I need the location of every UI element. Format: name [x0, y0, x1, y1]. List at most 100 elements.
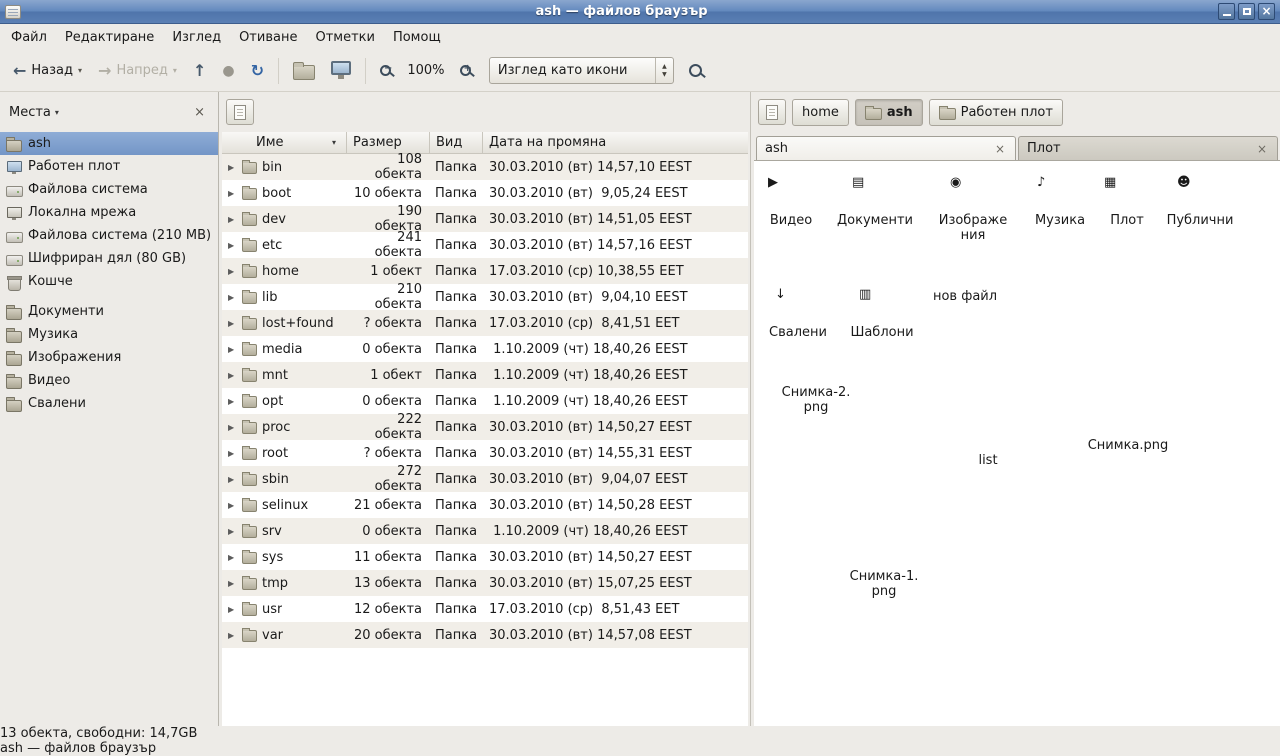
expander-icon[interactable]: ▶	[228, 423, 237, 432]
file-row[interactable]: ▶ sbin 272 обекта Папка 30.03.2010 (вт) …	[222, 466, 748, 492]
minimize-button[interactable]	[1218, 3, 1235, 20]
icon-view-item[interactable]: list	[953, 449, 1023, 469]
file-row[interactable]: ▶ proc 222 обекта Папка 30.03.2010 (вт) …	[222, 414, 748, 440]
menu-item[interactable]: Редактиране	[56, 26, 163, 49]
sidebar-title[interactable]: Места	[9, 105, 51, 120]
menu-item[interactable]: Файл	[2, 26, 56, 49]
expander-icon[interactable]: ▶	[228, 475, 237, 484]
file-row[interactable]: ▶ boot 10 обекта Папка 30.03.2010 (вт) 9…	[222, 180, 748, 206]
expander-icon[interactable]: ▶	[228, 501, 237, 510]
menu-item[interactable]: Помощ	[384, 26, 450, 49]
file-row[interactable]: ▶ opt 0 обекта Папка 1.10.2009 (чт) 18,4…	[222, 388, 748, 414]
file-row[interactable]: ▶ usr 12 обекта Папка 17.03.2010 (ср) 8,…	[222, 596, 748, 622]
sidebar-close-icon[interactable]: ×	[190, 104, 209, 121]
column-header-name[interactable]: Име ▾	[222, 132, 347, 154]
expander-icon[interactable]: ▶	[228, 267, 237, 276]
sidebar-item[interactable]: Изображения	[0, 346, 218, 369]
file-row[interactable]: ▶ media 0 обекта Папка 1.10.2009 (чт) 18…	[222, 336, 748, 362]
file-row[interactable]: ▶ lost+found ? обекта Папка 17.03.2010 (…	[222, 310, 748, 336]
icon-view-item[interactable]: ▦ Плот	[1095, 175, 1159, 229]
search-button[interactable]	[682, 58, 709, 83]
back-dropdown-icon[interactable]: ▾	[78, 66, 82, 75]
icon-view-item[interactable]: ↓ Свалени	[756, 287, 840, 341]
sidebar-item[interactable]: Работен плот	[0, 155, 218, 178]
home-button[interactable]	[286, 55, 322, 86]
close-button[interactable]: ×	[1258, 3, 1275, 20]
location-toggle-button[interactable]	[758, 99, 786, 125]
pathbar-button[interactable]: Работен плот	[929, 99, 1063, 126]
icon-view-item[interactable]: Снимка.png	[1072, 434, 1184, 454]
expander-icon[interactable]: ▶	[228, 319, 237, 328]
file-row[interactable]: ▶ home 1 обект Папка 17.03.2010 (ср) 10,…	[222, 258, 748, 284]
file-row[interactable]: ▶ sys 11 обекта Папка 30.03.2010 (вт) 14…	[222, 544, 748, 570]
pathbar-button[interactable]: ash	[855, 99, 923, 126]
icon-view-item[interactable]: ☻ Публични	[1158, 175, 1242, 229]
tab-close-icon[interactable]: ×	[1255, 142, 1269, 156]
pathbar-button[interactable]: home	[792, 99, 849, 126]
file-row[interactable]: ▶ mnt 1 обект Папка 1.10.2009 (чт) 18,40…	[222, 362, 748, 388]
sidebar-item[interactable]: Документи	[0, 300, 218, 323]
expander-icon[interactable]: ▶	[228, 241, 237, 250]
expander-icon[interactable]: ▶	[228, 553, 237, 562]
file-row[interactable]: ▶ lib 210 обекта Папка 30.03.2010 (вт) 9…	[222, 284, 748, 310]
file-row[interactable]: ▶ root ? обекта Папка 30.03.2010 (вт) 14…	[222, 440, 748, 466]
up-button[interactable]: ↑	[186, 57, 213, 85]
sidebar-item[interactable]: Локална мрежа	[0, 201, 218, 224]
sidebar-item[interactable]: Кошче	[0, 270, 218, 293]
back-button[interactable]: ← Назад ▾	[6, 57, 89, 85]
file-row[interactable]: ▶ srv 0 обекта Папка 1.10.2009 (чт) 18,4…	[222, 518, 748, 544]
titlebar[interactable]: ash — файлов браузър ×	[0, 0, 1280, 24]
sidebar-item[interactable]: Видео	[0, 369, 218, 392]
sidebar-caret-icon[interactable]: ▾	[55, 108, 59, 117]
reload-button[interactable]: ↻	[244, 57, 271, 85]
tab-close-icon[interactable]: ×	[993, 142, 1007, 156]
taskbar-window-button[interactable]: ash — файлов браузър	[0, 741, 1280, 756]
computer-button[interactable]	[324, 55, 358, 86]
zoom-out-button[interactable]: −	[373, 59, 399, 82]
icon-view-item[interactable]: Снимка-1.png	[832, 565, 936, 600]
tab[interactable]: ash ×	[756, 136, 1016, 160]
sidebar-item[interactable]: Файлова система (210 MB)	[0, 224, 218, 247]
menu-item[interactable]: Отиване	[230, 26, 306, 49]
file-row[interactable]: ▶ tmp 13 обекта Папка 30.03.2010 (вт) 15…	[222, 570, 748, 596]
icon-view-item[interactable]: ♪ Музика	[1018, 175, 1102, 229]
expander-icon[interactable]: ▶	[228, 579, 237, 588]
column-header-type[interactable]: Вид	[430, 132, 483, 154]
expander-icon[interactable]: ▶	[228, 163, 237, 172]
icon-view-item[interactable]: нов файл	[923, 285, 1007, 305]
expander-icon[interactable]: ▶	[228, 449, 237, 458]
icon-view-item[interactable]: Снимка-2.png	[766, 381, 866, 416]
zoom-in-button[interactable]: +	[453, 59, 479, 82]
column-header-date[interactable]: Дата на промяна	[483, 132, 748, 154]
expander-icon[interactable]: ▶	[228, 397, 237, 406]
view-mode-spinner[interactable]: ▲ ▼	[655, 58, 673, 83]
column-header-size[interactable]: Размер	[347, 132, 430, 154]
file-row[interactable]: ▶ selinux 21 обекта Папка 30.03.2010 (вт…	[222, 492, 748, 518]
icon-view-item[interactable]: ▥ Шаблони	[840, 287, 924, 341]
expander-icon[interactable]: ▶	[228, 345, 237, 354]
file-row[interactable]: ▶ dev 190 обекта Папка 30.03.2010 (вт) 1…	[222, 206, 748, 232]
expander-icon[interactable]: ▶	[228, 293, 237, 302]
sidebar-item[interactable]: Музика	[0, 323, 218, 346]
icon-view-item[interactable]: ▤ Документи	[833, 175, 917, 229]
forward-button[interactable]: → Напред ▾	[91, 57, 184, 85]
expander-icon[interactable]: ▶	[228, 631, 237, 640]
tab[interactable]: Плот ×	[1018, 136, 1278, 160]
file-row[interactable]: ▶ var 20 обекта Папка 30.03.2010 (вт) 14…	[222, 622, 748, 648]
expander-icon[interactable]: ▶	[228, 527, 237, 536]
icon-view-item[interactable]: ◉ Изображения	[931, 175, 1015, 244]
maximize-button[interactable]	[1238, 3, 1255, 20]
icon-view-item[interactable]: ▶ Видео	[754, 175, 833, 229]
sidebar-item[interactable]: Файлова система	[0, 178, 218, 201]
file-row[interactable]: ▶ etc 241 обекта Папка 30.03.2010 (вт) 1…	[222, 232, 748, 258]
file-row[interactable]: ▶ bin 108 обекта Папка 30.03.2010 (вт) 1…	[222, 154, 748, 180]
location-toggle-button[interactable]	[226, 99, 254, 125]
stop-button[interactable]: ●	[215, 58, 241, 84]
expander-icon[interactable]: ▶	[228, 189, 237, 198]
sidebar-item[interactable]: Свалени	[0, 392, 218, 415]
expander-icon[interactable]: ▶	[228, 215, 237, 224]
expander-icon[interactable]: ▶	[228, 371, 237, 380]
view-mode-select[interactable]: Изглед като икони ▲ ▼	[489, 57, 674, 84]
sidebar-item[interactable]: ash	[0, 132, 218, 155]
expander-icon[interactable]: ▶	[228, 605, 237, 614]
